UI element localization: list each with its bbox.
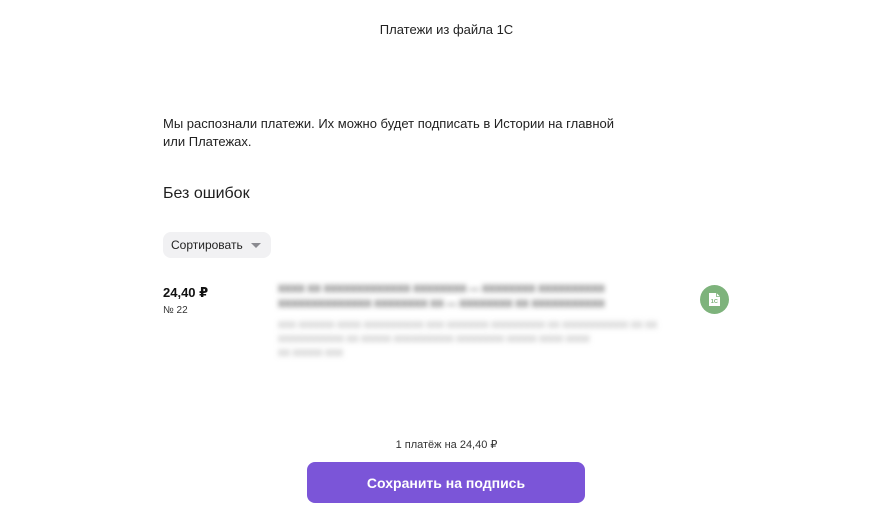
payments-summary: 1 платёж на 24,40 ₽ <box>395 439 498 451</box>
sort-button[interactable]: Сортировать <box>163 232 271 258</box>
payment-amount: 24,40 ₽ <box>163 285 209 300</box>
svg-text:1С: 1С <box>711 299 718 305</box>
chevron-down-icon <box>250 243 261 248</box>
section-title: Без ошибок <box>163 185 250 202</box>
payment-row[interactable]: 24,40 ₽ № 22 ХХХХ ХХ ХХХХХХХХХХХХХ ХХХХХ… <box>163 282 733 377</box>
sort-button-label: Сортировать <box>171 238 243 252</box>
page-title: Платежи из файла 1С <box>379 22 514 37</box>
intro-text-line1: Мы распознали платежи. Их можно будет по… <box>163 116 615 131</box>
save-for-signing-button[interactable]: Сохранить на подпись <box>307 462 585 503</box>
payment-details-blurred: ХХХХ ХХ ХХХХХХХХХХХХХ ХХХХХХХХ — ХХХХХХХ… <box>278 284 658 358</box>
intro-text-line2: или Платежах. <box>163 134 252 149</box>
payment-number: № 22 <box>163 305 188 316</box>
1c-doc-icon: 1С <box>700 285 729 314</box>
intro-text: Мы распознали платежи. Их можно будет по… <box>163 115 653 151</box>
payments-import-page: Платежи из файла 1С Мы распознали платеж… <box>0 0 893 531</box>
